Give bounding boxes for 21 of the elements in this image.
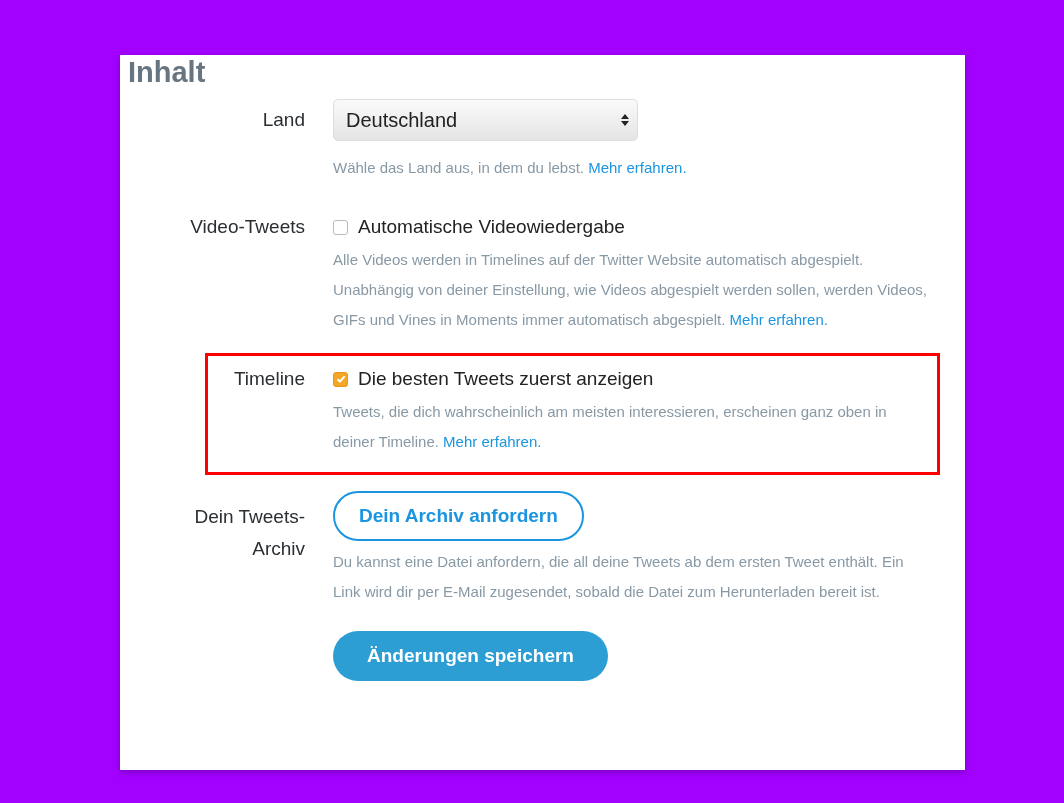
select-arrows-icon [621, 114, 629, 126]
learn-more-link[interactable]: Mehr erfahren. [729, 311, 828, 328]
learn-more-link[interactable]: Mehr erfahren. [588, 159, 687, 176]
request-archive-button[interactable]: Dein Archiv anfordern [333, 491, 584, 541]
checkbox-label: Automatische Videowiedergabe [358, 216, 625, 238]
setting-label: Dein Tweets-Archiv [193, 505, 305, 561]
country-select[interactable]: Deutschland [333, 99, 638, 141]
save-button[interactable]: Änderungen speichern [333, 631, 608, 681]
learn-more-link[interactable]: Mehr erfahren. [443, 433, 542, 450]
help-text: Alle Videos werden in Timelines auf der Twitter Website automatisch abgespielt. Unabhängig von deiner Einstellung, wie Videos abgespielt werden sollen, werden Videos, GIFs und Vines in Moments immer automatisch abgespielt. Mehr erfahren. [333, 250, 928, 330]
check-icon [334, 373, 347, 385]
setting-label: Video-Tweets [189, 215, 305, 239]
help-text: Wähle das Land aus, in dem du lebst. Mehr erfahren. [333, 158, 688, 178]
setting-label: Land [261, 108, 305, 132]
checkbox[interactable] [333, 219, 348, 235]
help-text: Tweets, die dich wahrscheinlich am meisten interessieren, erscheinen ganz oben in deiner Timeline. Mehr erfahren. [333, 402, 888, 452]
help-text: Du kannst eine Datei anfordern, die all deine Tweets ab dem ersten Tweet enthält. Ein Link wird dir per E-Mail zugesendet, sobald die Datei zum Herunterladen bereit ist. [333, 552, 905, 602]
setting-label: Timeline [232, 367, 305, 391]
checkbox-label: Die besten Tweets zuerst anzeigen [358, 368, 654, 390]
section-title: Inhalt [128, 57, 207, 87]
checkbox[interactable] [333, 371, 348, 387]
